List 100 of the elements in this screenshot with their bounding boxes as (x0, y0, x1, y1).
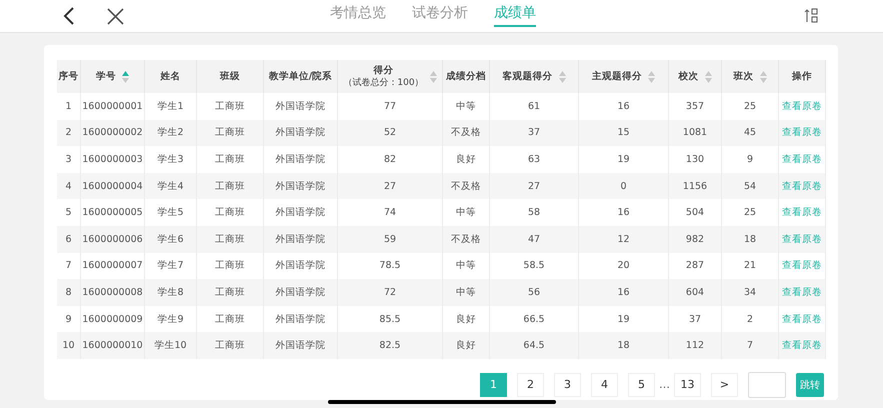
table-cell: 1600000003 (82, 154, 143, 165)
table-cell: 604 (686, 286, 704, 298)
page-button[interactable]: 2 (517, 372, 544, 397)
table-cell: 12 (617, 234, 630, 245)
view-paper-link[interactable]: 查看原卷 (782, 152, 822, 166)
next-page-button[interactable]: > (711, 372, 738, 397)
table-cell: 学生3 (157, 152, 184, 166)
table-cell: 78.5 (379, 260, 401, 272)
table-cell: 工商班 (215, 312, 245, 326)
table-cell: 中等 (456, 259, 476, 272)
table-cell: 59 (384, 234, 396, 245)
page-button[interactable]: 1 (480, 372, 507, 397)
table-cell: 66.5 (523, 314, 545, 325)
sort-icon[interactable] (122, 70, 129, 82)
table-cell: 287 (686, 260, 704, 272)
table-cell: 不及格 (451, 126, 481, 140)
table-cell: 16 (617, 286, 630, 298)
table-cell: 64.5 (523, 340, 545, 352)
column-header: 学号 (96, 70, 116, 84)
table-cell: 外国语学院 (276, 152, 326, 166)
table-cell: 357 (686, 100, 704, 112)
table-cell: 中等 (456, 286, 476, 299)
column-header: 班次 (734, 70, 754, 84)
table-cell: 74 (384, 207, 396, 218)
table-cell: 外国语学院 (276, 259, 326, 272)
view-paper-link[interactable]: 查看原卷 (782, 100, 822, 113)
column-header: 得分 （试卷总分：100） (343, 64, 424, 90)
table-cell: 6 (65, 234, 72, 245)
view-paper-link[interactable]: 查看原卷 (782, 206, 822, 220)
tab[interactable]: 考情总览 (330, 3, 386, 27)
table-cell: 外国语学院 (276, 100, 326, 113)
column-header: 操作 (792, 70, 812, 84)
table-cell: 27 (384, 180, 396, 192)
table-cell: 1600000007 (82, 260, 143, 272)
sort-icon[interactable] (704, 70, 712, 82)
tab[interactable]: 试卷分析 (412, 3, 468, 27)
table-cell: 15 (617, 127, 630, 138)
table-cell: 19 (617, 154, 630, 165)
column-header: 主观题得分 (592, 70, 642, 84)
page-button[interactable]: 4 (591, 372, 618, 397)
table-cell: 1600000008 (82, 286, 143, 298)
table-cell: 1156 (682, 180, 708, 192)
table-cell: 18 (744, 234, 756, 245)
view-paper-link[interactable]: 查看原卷 (782, 286, 822, 299)
table-cell: 外国语学院 (276, 232, 326, 246)
table-cell: 37 (688, 314, 702, 325)
table-cell: 不及格 (451, 180, 481, 193)
table-cell: 7 (746, 340, 754, 352)
table-cell: 77 (384, 100, 396, 112)
table-cell: 外国语学院 (276, 286, 326, 299)
table-cell: 工商班 (215, 100, 245, 113)
sort-icon[interactable] (648, 70, 655, 82)
table-cell: 学生7 (157, 259, 184, 272)
sort-icon[interactable] (760, 70, 766, 82)
table-cell: 5 (65, 207, 72, 218)
table-cell: 25 (744, 100, 756, 112)
table-cell: 良好 (456, 339, 476, 352)
page-button[interactable]: 3 (554, 372, 581, 397)
table-cell: 外国语学院 (276, 180, 326, 193)
table-cell: 学生1 (157, 100, 184, 113)
column-header: 班级 (220, 70, 240, 84)
column-header: 教学单位/院系 (268, 70, 332, 84)
view-paper-link[interactable]: 查看原卷 (782, 232, 822, 246)
page-button[interactable]: 5 (628, 372, 655, 397)
table-cell: 25 (744, 207, 756, 218)
table-cell: 外国语学院 (276, 339, 326, 352)
table-cell: 16 (617, 207, 630, 218)
view-paper-link[interactable]: 查看原卷 (782, 180, 822, 193)
jump-button[interactable]: 跳转 (796, 372, 824, 397)
table-cell: 0 (620, 180, 627, 192)
table-cell: 1 (65, 100, 72, 112)
table-cell: 16 (617, 100, 630, 112)
table-cell: 82 (384, 154, 396, 165)
table-cell: 7 (65, 260, 72, 272)
table-cell: 1600000005 (82, 207, 143, 218)
table-cell: 9 (746, 154, 754, 165)
table-cell: 学生8 (157, 286, 184, 299)
table-cell: 85.5 (379, 314, 401, 325)
table-cell: 27 (528, 180, 540, 192)
table-cell: 130 (686, 154, 704, 165)
view-paper-link[interactable]: 查看原卷 (782, 126, 822, 140)
table-cell: 47 (528, 234, 540, 245)
table-cell: 45 (744, 127, 756, 138)
view-paper-link[interactable]: 查看原卷 (782, 259, 822, 272)
ellipsis: … (659, 378, 670, 392)
table-cell: 学生2 (157, 126, 184, 140)
table-cell: 21 (744, 260, 756, 272)
column-header: 姓名 (160, 70, 180, 84)
tab[interactable]: 成绩单 (494, 3, 536, 27)
view-paper-link[interactable]: 查看原卷 (782, 312, 822, 326)
page-input[interactable] (748, 372, 786, 398)
sort-icon[interactable] (430, 70, 437, 82)
sort-icon[interactable] (558, 70, 566, 82)
table-cell: 58 (528, 207, 540, 218)
view-paper-link[interactable]: 查看原卷 (782, 339, 822, 352)
table-cell: 学生9 (157, 312, 184, 326)
table-cell: 工商班 (215, 152, 245, 166)
page-button[interactable]: 13 (674, 372, 701, 397)
table-cell: 外国语学院 (276, 206, 326, 220)
column-header: 客观题得分 (502, 70, 552, 84)
